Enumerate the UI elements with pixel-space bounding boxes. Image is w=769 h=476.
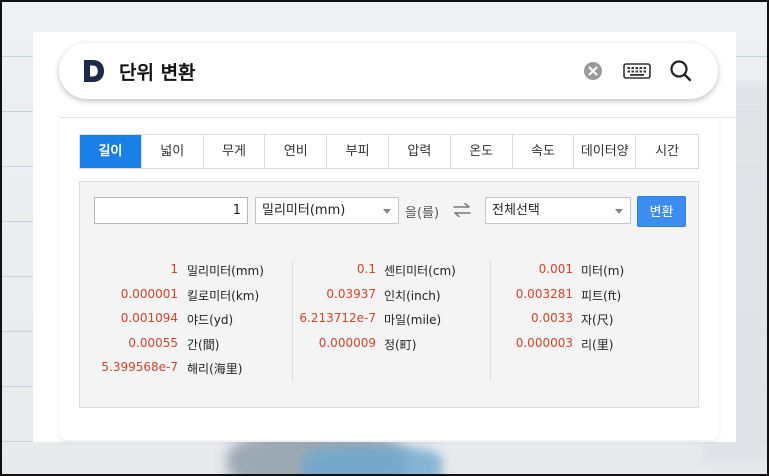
result-value: 0.03937 bbox=[326, 286, 376, 301]
result-row: 0.000003 리(里) bbox=[480, 333, 690, 358]
tab-area[interactable]: 넓이 bbox=[142, 135, 204, 168]
value-input[interactable]: 1 bbox=[94, 197, 248, 224]
result-value: 0.003281 bbox=[515, 286, 573, 301]
result-row: 0.000001 킬로미터(km) bbox=[79, 284, 289, 309]
result-unit: 간(間) bbox=[187, 337, 220, 352]
keyboard-icon[interactable] bbox=[623, 61, 651, 85]
result-value: 0.001 bbox=[538, 262, 573, 276]
result-unit: 미터(m) bbox=[581, 264, 625, 278]
result-row: 0.003281 피트(ft) bbox=[480, 284, 690, 309]
tab-speed[interactable]: 속도 bbox=[513, 135, 575, 168]
result-value: 0.000003 bbox=[515, 335, 573, 350]
result-row: 0.001094 야드(yd) bbox=[79, 308, 289, 333]
result-unit: 해리(海里) bbox=[187, 362, 243, 376]
tab-length[interactable]: 길이 bbox=[80, 135, 142, 168]
daum-logo-icon bbox=[84, 60, 104, 82]
result-row: 0.000009 정(町) bbox=[278, 333, 488, 358]
result-value: 1 bbox=[170, 262, 178, 276]
result-unit: 마일(mile) bbox=[384, 313, 442, 327]
clear-search-icon[interactable] bbox=[584, 62, 602, 80]
to-unit-value: 전체선택 bbox=[492, 203, 540, 218]
result-row: 5.399568e-7 해리(海里) bbox=[79, 357, 289, 382]
result-unit: 밀리미터(mm) bbox=[187, 264, 264, 278]
from-unit-value: 밀리미터(mm) bbox=[262, 203, 346, 218]
result-unit: 킬로미터(km) bbox=[187, 288, 260, 303]
result-unit: 피트(ft) bbox=[581, 288, 622, 303]
result-value: 0.0033 bbox=[531, 311, 573, 325]
convert-button[interactable]: 변환 bbox=[637, 196, 686, 227]
result-value: 0.000001 bbox=[120, 286, 178, 301]
to-unit-select[interactable]: 전체선택 bbox=[485, 197, 631, 224]
result-row: 0.001 미터(m) bbox=[480, 259, 690, 284]
search-icon[interactable] bbox=[668, 58, 694, 88]
results-column-1: 1 밀리미터(mm) 0.000001 킬로미터(km) 0.001094 야드(yd… bbox=[79, 259, 289, 382]
tab-pressure[interactable]: 압력 bbox=[389, 135, 451, 168]
result-value: 0.000009 bbox=[318, 335, 376, 350]
result-value: 0.001094 bbox=[120, 311, 178, 325]
search-query-text[interactable]: 단위 변환 bbox=[119, 58, 196, 85]
result-row: 0.1 센티미터(cm) bbox=[278, 259, 488, 284]
result-row: 6.213712e-7 마일(mile) bbox=[278, 308, 488, 333]
result-unit: 자(尺) bbox=[581, 313, 614, 327]
tab-volume[interactable]: 부피 bbox=[327, 135, 389, 168]
results-column-3: 0.001 미터(m) 0.003281 피트(ft) 0.0033 자(尺) 0.0… bbox=[480, 259, 690, 357]
result-value: 0.1 bbox=[356, 262, 376, 276]
tab-fuel-efficiency[interactable]: 연비 bbox=[265, 135, 328, 168]
tab-time[interactable]: 시간 bbox=[636, 135, 698, 168]
result-unit: 리(里) bbox=[581, 337, 614, 352]
search-bar[interactable]: 단위 변환 bbox=[59, 43, 718, 99]
particle-label: 을(를) bbox=[405, 206, 440, 221]
result-row: 0.03937 인치(inch) bbox=[278, 284, 488, 309]
result-unit: 정(町) bbox=[384, 337, 417, 352]
tab-weight[interactable]: 무게 bbox=[204, 135, 266, 168]
chevron-down-icon bbox=[383, 209, 391, 214]
category-tabs: 길이 넓이 무게 연비 부피 압력 온도 속도 데이터양 시간 bbox=[79, 134, 699, 169]
tab-temperature[interactable]: 온도 bbox=[451, 135, 513, 168]
from-unit-select[interactable]: 밀리미터(mm) bbox=[255, 197, 399, 224]
result-value: 0.00055 bbox=[128, 335, 178, 350]
result-row: 0.0033 자(尺) bbox=[480, 308, 690, 333]
results-column-2: 0.1 센티미터(cm) 0.03937 인치(inch) 6.213712e-7 마… bbox=[278, 259, 488, 357]
result-unit: 인치(inch) bbox=[384, 288, 441, 303]
swap-icon[interactable] bbox=[453, 202, 471, 221]
result-unit: 센티미터(cm) bbox=[384, 264, 456, 278]
tab-data-size[interactable]: 데이터양 bbox=[574, 135, 637, 168]
result-row: 0.00055 간(間) bbox=[79, 333, 289, 358]
result-unit: 야드(yd) bbox=[187, 313, 234, 327]
result-value: 6.213712e-7 bbox=[299, 311, 376, 325]
result-row: 1 밀리미터(mm) bbox=[79, 259, 289, 284]
chevron-down-icon bbox=[615, 209, 623, 214]
result-value: 5.399568e-7 bbox=[101, 360, 178, 374]
